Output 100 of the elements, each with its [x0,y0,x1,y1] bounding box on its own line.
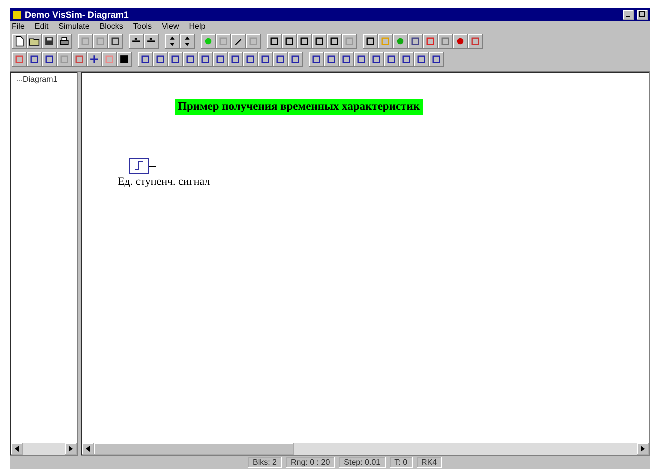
toolbar-button[interactable] [282,34,297,48]
square-icon [74,54,85,64]
square-icon [29,54,40,64]
square-icon [470,36,481,46]
toolbar-button[interactable] [87,52,102,66]
toolbar-button[interactable] [231,34,246,48]
toolbar-button[interactable] [327,34,342,48]
save-icon [44,36,55,46]
toolbar-button[interactable] [168,52,183,66]
menu-item[interactable]: Simulate [58,22,90,31]
toolbar-button[interactable] [384,52,399,66]
toolbar-button[interactable] [42,52,57,66]
square-icon [440,36,451,46]
toolbar-button[interactable] [27,52,42,66]
toolbar-button[interactable] [198,52,213,66]
minimize-button[interactable] [623,10,634,20]
menu-item[interactable]: File [12,22,25,31]
square-icon [44,54,55,64]
toolbar-button[interactable] [144,34,159,48]
block-label: Ед. ступенч. сигнал [118,176,210,188]
toolbar-button[interactable] [57,34,72,48]
status-field: Blks: 2 [248,457,282,468]
toolbar-button[interactable] [117,52,132,66]
status-field: RK4 [416,457,442,468]
toolbar-button[interactable] [243,52,258,66]
step-icon [134,161,144,171]
app-icon [12,10,22,20]
menu-item[interactable]: Tools [133,22,152,31]
scroll-arrow-button[interactable] [82,443,94,455]
square-icon [155,54,166,64]
toolbar-button[interactable] [309,52,324,66]
toolbar-button[interactable] [153,52,168,66]
tree-item[interactable]: Diagram1 [23,75,58,84]
toolbar-button[interactable] [183,52,198,66]
square-icon [275,54,286,64]
toolbar-button[interactable] [414,52,429,66]
left-arrow-icon [85,446,91,452]
square-icon [401,54,412,64]
toolbar-button[interactable] [399,52,414,66]
toolbar-button[interactable] [228,52,243,66]
square-icon [425,36,436,46]
toolbar-button[interactable] [312,34,327,48]
toolbar-button[interactable] [369,52,384,66]
square-icon [230,54,241,64]
square-icon [371,54,382,64]
toolbar-button[interactable] [339,52,354,66]
scroll-arrow-button[interactable] [11,443,23,455]
square-icon [299,36,310,46]
square-icon [365,36,376,46]
menu-item[interactable]: Edit [34,22,49,31]
square-icon [290,54,301,64]
square-icon [80,36,91,46]
toolbar-button[interactable] [129,34,144,48]
toolbar-button[interactable] [42,34,57,48]
maximize-icon [639,11,646,18]
toolbar-button[interactable] [138,52,153,66]
square-icon [170,54,181,64]
square-icon [185,54,196,64]
maximize-button[interactable] [637,10,648,20]
toolbar-button[interactable] [108,34,123,48]
toolbar-button[interactable] [288,52,303,66]
toolbar-button[interactable] [180,34,195,48]
scroll-arrow-button[interactable] [637,443,649,455]
step-block[interactable] [129,158,149,174]
scroll-thumb[interactable] [94,443,294,455]
scroll-arrow-button[interactable] [65,443,77,455]
square-icon [410,36,421,46]
menu-item[interactable]: Help [189,22,206,31]
square-icon [314,36,325,46]
square-icon [104,54,115,64]
toolbar-button[interactable] [267,34,282,48]
document-icon [14,36,25,46]
square-icon [248,36,259,46]
square-icon [380,36,391,46]
status-field: Step: 0.01 [339,457,386,468]
square-icon [110,36,121,46]
toolbar-button[interactable] [297,34,312,48]
toolbar-button[interactable] [273,52,288,66]
toolbar-button[interactable] [165,34,180,48]
square-icon [344,36,355,46]
menu-item[interactable]: Blocks [100,22,124,31]
toolbar-button[interactable] [258,52,273,66]
toolbar-button[interactable] [27,34,42,48]
square-icon [95,36,106,46]
square-icon [14,54,25,64]
square-icon [416,54,427,64]
window-title: Demo VisSim- Diagram1 [25,10,130,20]
toolbar-button[interactable] [429,52,444,66]
toolbar-button[interactable] [324,52,339,66]
toolbar-button[interactable] [408,34,423,48]
plus-icon [89,54,100,64]
toolbar-button[interactable] [12,34,27,48]
square-icon [200,54,211,64]
toolbar-button[interactable] [213,52,228,66]
circle-icon [203,36,214,46]
menu-item[interactable]: View [162,22,180,31]
square-icon [218,36,229,46]
toolbar-button[interactable] [363,34,378,48]
toolbar-button[interactable] [354,52,369,66]
circle-icon [395,36,406,46]
